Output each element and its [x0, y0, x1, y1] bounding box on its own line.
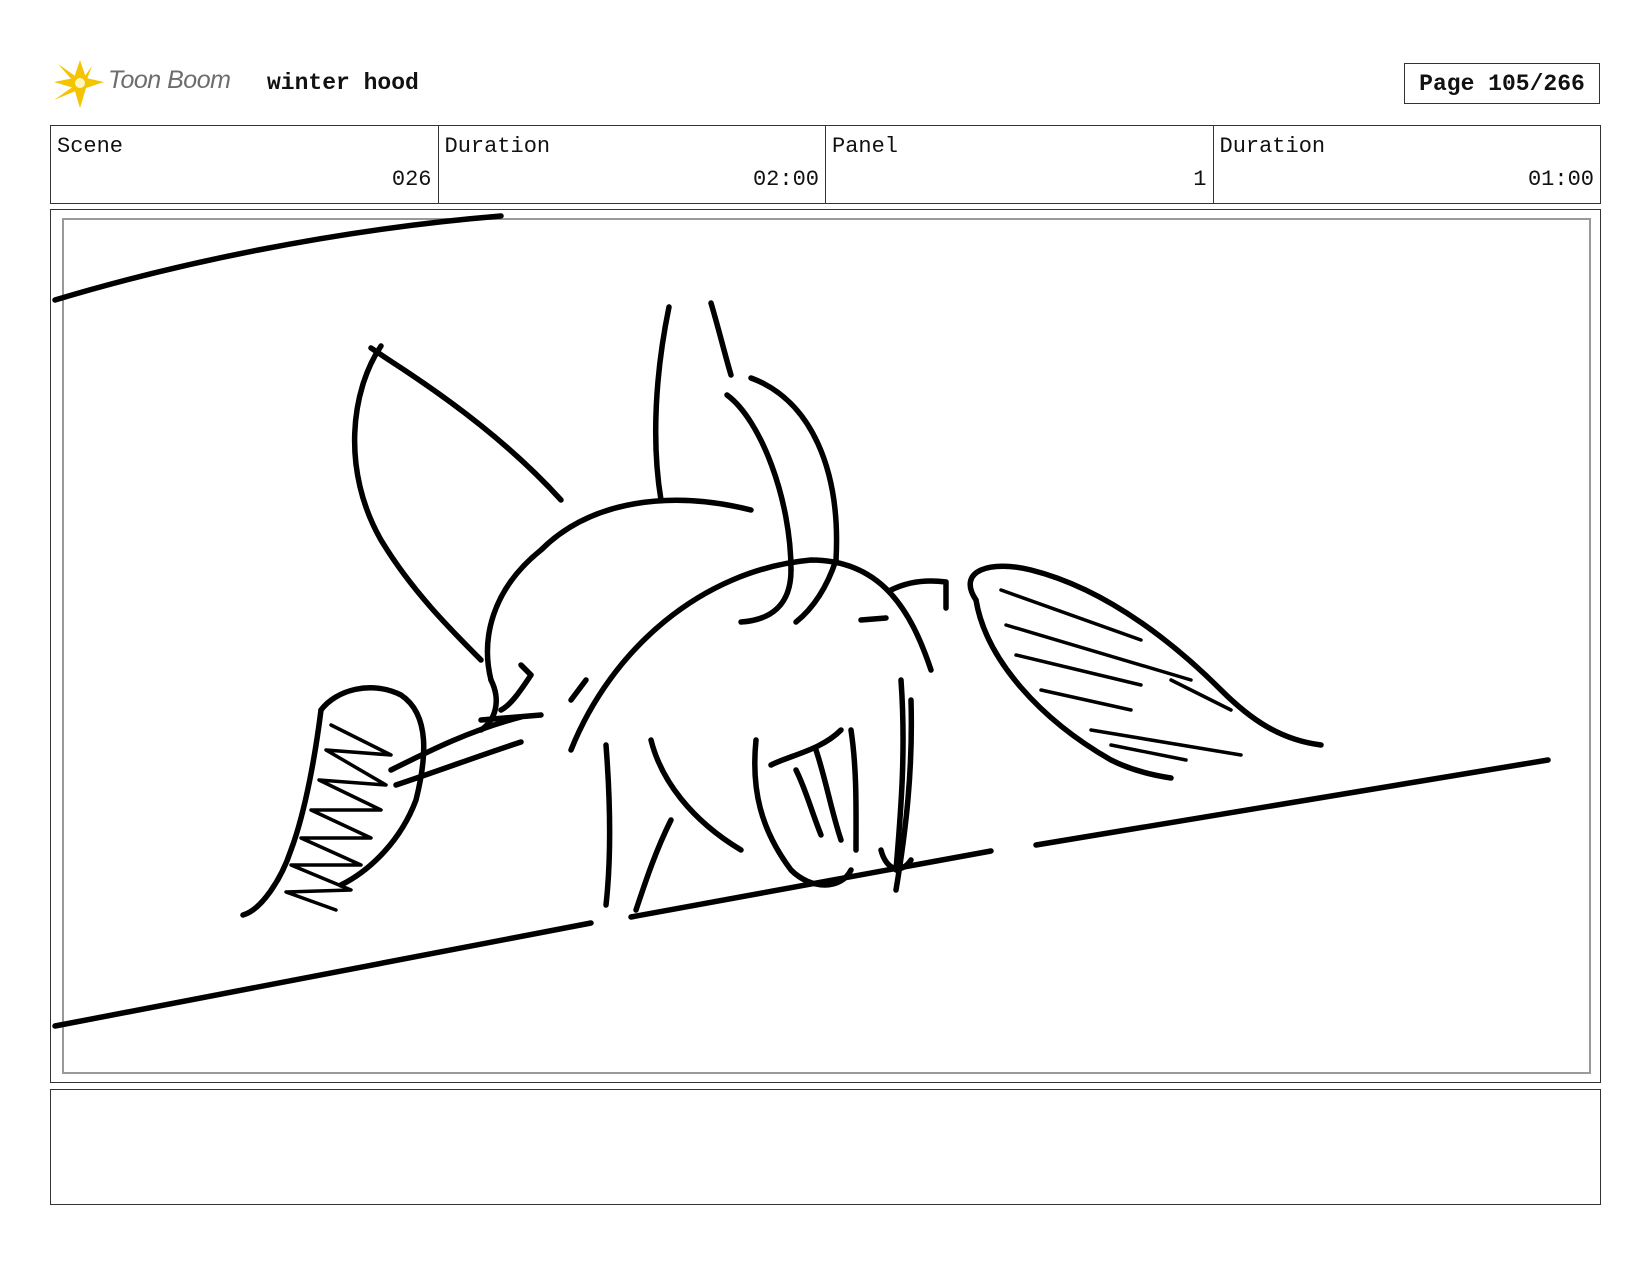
sketch-right-ear: [652, 304, 672, 503]
sketch-body-detail: [603, 742, 613, 908]
sketch-top-curve: [52, 213, 504, 303]
panel-duration-label: Duration: [1219, 134, 1326, 159]
sketch-right-tail: [1089, 728, 1243, 757]
sketch-body-detail: [793, 767, 824, 838]
sketch-body-detail: [848, 727, 859, 853]
panel-notes[interactable]: [50, 1089, 1601, 1205]
sketch-left-ear: [368, 345, 564, 503]
sketch-right-tail: [1169, 678, 1233, 712]
sketch-body-detail: [768, 727, 844, 768]
scene-cell: Scene 026: [51, 126, 439, 203]
scene-duration-cell: Duration 02:00: [439, 126, 826, 203]
sketch-arm: [568, 677, 589, 703]
sketch-floor-line: [1033, 757, 1551, 848]
panel-duration-cell: Duration 01:00: [1214, 126, 1601, 203]
sketch-left-ear: [351, 343, 484, 663]
sketch-right-tail: [1109, 743, 1188, 762]
project-title: winter hood: [267, 70, 419, 96]
brand-name: Toon Boom: [108, 66, 231, 94]
sketch-body-detail: [752, 737, 854, 888]
sketch-body: [858, 615, 889, 623]
sketch-right-tail: [1004, 623, 1193, 682]
panel-duration-value: 01:00: [1527, 167, 1594, 192]
sketch-head: [738, 567, 794, 625]
panel-label: Panel: [832, 134, 899, 159]
scene-duration-value: 02:00: [752, 167, 819, 192]
sketch-arm: [478, 712, 544, 723]
toon-boom-star-icon: [54, 60, 104, 108]
sketch-right-tail: [999, 588, 1143, 642]
storyboard-sketch: [52, 213, 1551, 1029]
sketch-right-ear: [724, 392, 794, 573]
sketch-right-ear: [708, 300, 734, 378]
sketch-floor-line: [52, 920, 594, 1029]
panel-cell: Panel 1: [826, 126, 1214, 203]
panel-value: 1: [1193, 167, 1207, 192]
page-indicator: Page 105/266: [1404, 63, 1600, 104]
sketch-head: [793, 557, 839, 625]
sketch-left-tail: [240, 707, 324, 918]
scene-value: 026: [391, 167, 432, 192]
scene-label: Scene: [57, 134, 124, 159]
scene-info-table: Scene 026 Duration 02:00 Panel 1 Duratio…: [50, 125, 1601, 204]
sketch-right-tail: [1039, 688, 1133, 712]
scene-duration-label: Duration: [444, 134, 551, 159]
sketch-body-detail: [633, 817, 674, 913]
toon-boom-logo: Toon Boom: [52, 56, 252, 112]
storyboard-panel: [50, 209, 1601, 1083]
sketch-arm: [393, 739, 524, 788]
sketch-arm: [498, 662, 534, 713]
sketch-right-ear: [748, 375, 840, 563]
sketch-body: [568, 557, 934, 753]
